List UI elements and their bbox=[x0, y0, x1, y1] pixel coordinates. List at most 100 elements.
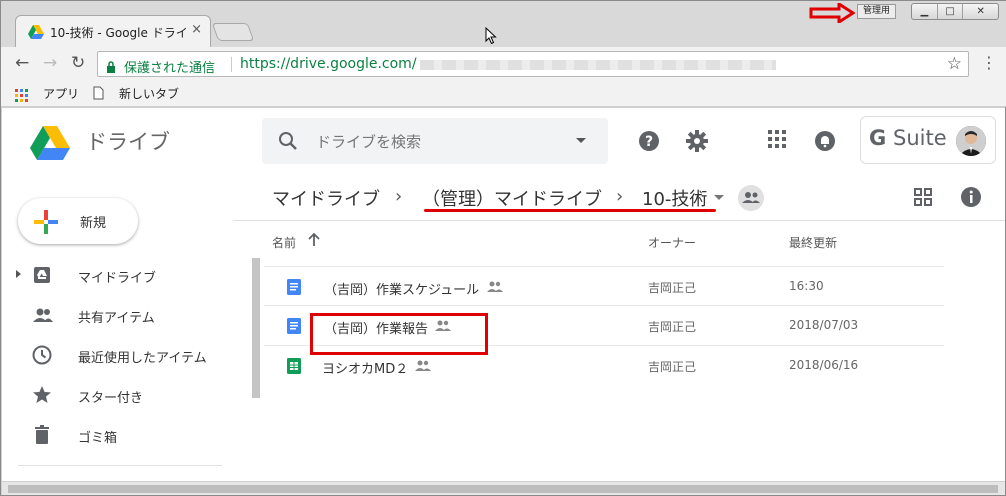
tab-drive[interactable]: 10-技術 - Google ドライブ × bbox=[15, 15, 211, 47]
google-doc-icon bbox=[287, 279, 301, 299]
tab-close-icon[interactable]: × bbox=[191, 22, 202, 37]
sidebar-scrollbar[interactable] bbox=[252, 258, 260, 398]
sidebar-item-shared[interactable]: 共有アイテム bbox=[2, 296, 232, 336]
sort-ascending-icon[interactable] bbox=[308, 232, 320, 251]
shared-people-icon bbox=[486, 279, 504, 298]
file-modified: 2018/07/03 bbox=[789, 318, 859, 332]
settings-gear-icon[interactable] bbox=[686, 130, 708, 156]
red-box-annotation bbox=[310, 313, 488, 355]
column-header-modified[interactable]: 最終更新 bbox=[789, 234, 837, 251]
minimize-button[interactable]: ▁ bbox=[912, 4, 938, 19]
info-icon[interactable] bbox=[960, 186, 982, 212]
breadcrumb-admin-drive[interactable]: （管理）マイドライブ bbox=[422, 185, 602, 211]
gsuite-account-badge[interactable]: G Suite bbox=[860, 116, 996, 164]
search-options-icon[interactable] bbox=[576, 138, 586, 143]
new-button[interactable]: 新規 bbox=[18, 198, 138, 244]
file-name: （吉岡）作業スケジュール bbox=[324, 283, 480, 298]
drive-search-box[interactable]: ドライブを検索 bbox=[262, 118, 608, 164]
sidebar-item-starred[interactable]: スター付き bbox=[2, 376, 232, 416]
tab-title: 10-技術 - Google ドライブ bbox=[50, 26, 188, 40]
title-bar: 10-技術 - Google ドライブ × 管理用 ▁ □ ✕ bbox=[1, 1, 1006, 47]
file-owner: 吉岡正己 bbox=[648, 320, 697, 334]
plus-icon bbox=[34, 210, 58, 238]
search-icon[interactable] bbox=[278, 131, 298, 155]
file-owner: 吉岡正己 bbox=[648, 281, 697, 295]
notifications-bell-icon[interactable] bbox=[814, 130, 836, 156]
help-icon[interactable]: ? bbox=[638, 130, 660, 156]
gsuite-g-logo: G bbox=[869, 126, 887, 150]
gsuite-label: Suite bbox=[893, 126, 947, 150]
sidebar-divider bbox=[18, 465, 222, 466]
sidebar-item-recent[interactable]: 最近使用したアイテム bbox=[2, 336, 232, 376]
bookmark-new-tab[interactable]: 新しいタブ bbox=[119, 85, 179, 102]
page-icon bbox=[93, 85, 104, 104]
profile-button[interactable]: 管理用 bbox=[857, 4, 897, 19]
my-drive-icon bbox=[32, 265, 52, 289]
mouse-cursor-icon bbox=[485, 26, 497, 49]
folder-menu-caret-icon[interactable] bbox=[714, 195, 724, 200]
new-tab-button[interactable] bbox=[211, 23, 255, 41]
sidebar-item-label: マイドライブ bbox=[78, 271, 157, 286]
trash-icon bbox=[32, 425, 52, 449]
svg-text:?: ? bbox=[645, 134, 653, 150]
google-apps-grid-icon[interactable] bbox=[768, 130, 786, 152]
sidebar-item-label: 最近使用したアイテム bbox=[78, 351, 207, 366]
lock-icon bbox=[106, 58, 116, 77]
drive-logo-icon[interactable] bbox=[30, 126, 70, 164]
apps-grid-icon[interactable] bbox=[15, 87, 28, 106]
url-redacted bbox=[420, 60, 776, 70]
google-sheet-icon bbox=[287, 358, 301, 378]
sidebar-item-my-drive[interactable]: マイドライブ bbox=[2, 256, 232, 296]
table-row[interactable]: （吉岡）作業スケジュール 吉岡正己 16:30 bbox=[264, 266, 944, 306]
drive-page: ドライブ ドライブを検索 ? G Suite マイドライブ › （管理）マイドラ… bbox=[2, 108, 1005, 481]
expand-arrow-icon[interactable] bbox=[16, 270, 21, 278]
browser-window: 10-技術 - Google ドライブ × 管理用 ▁ □ ✕ ← → ↻ 保護… bbox=[0, 0, 1006, 496]
sidebar-item-trash[interactable]: ゴミ箱 bbox=[2, 416, 232, 456]
scrollbar-thumb[interactable] bbox=[8, 485, 998, 493]
column-header-name[interactable]: 名前 bbox=[272, 234, 296, 251]
red-arrow-annotation-icon bbox=[809, 1, 856, 27]
forward-arrow-icon[interactable]: → bbox=[43, 53, 57, 73]
red-underline-annotation bbox=[424, 209, 716, 212]
grid-view-icon[interactable] bbox=[914, 188, 932, 210]
shared-folder-icon[interactable] bbox=[738, 185, 764, 211]
horizontal-scrollbar[interactable] bbox=[2, 481, 1005, 495]
star-icon bbox=[32, 385, 52, 409]
avatar[interactable] bbox=[956, 126, 986, 156]
shared-people-icon bbox=[414, 358, 432, 377]
drive-logo-text[interactable]: ドライブ bbox=[86, 126, 170, 156]
header-divider bbox=[233, 220, 1005, 221]
browser-menu-icon[interactable]: ⋮ bbox=[981, 53, 997, 72]
file-modified: 2018/06/16 bbox=[789, 358, 859, 372]
window-controls: ▁ □ ✕ bbox=[911, 3, 999, 20]
clock-icon bbox=[32, 345, 52, 369]
secure-connection-label: 保護された通信 bbox=[124, 61, 216, 76]
bookmark-star-icon[interactable]: ☆ bbox=[947, 54, 962, 74]
file-modified: 16:30 bbox=[789, 279, 824, 293]
file-name: ヨシオカMD２ bbox=[322, 362, 409, 377]
url-text: https://drive.google.com/ bbox=[240, 56, 417, 72]
browser-toolbar: ← → ↻ 保護された通信 https://drive.google.com/ … bbox=[1, 47, 1006, 79]
google-doc-icon bbox=[287, 318, 301, 338]
search-placeholder: ドライブを検索 bbox=[316, 133, 422, 151]
sidebar-item-label: スター付き bbox=[78, 391, 144, 406]
file-owner: 吉岡正己 bbox=[648, 360, 697, 374]
address-bar[interactable]: 保護された通信 https://drive.google.com/ ☆ bbox=[97, 51, 969, 77]
reload-icon[interactable]: ↻ bbox=[71, 53, 85, 73]
close-window-button[interactable]: ✕ bbox=[963, 4, 998, 19]
breadcrumb-current-folder[interactable]: 10-技術 bbox=[642, 185, 707, 211]
sidebar-item-label: ゴミ箱 bbox=[78, 431, 118, 446]
sidebar-item-label: 共有アイテム bbox=[78, 311, 155, 326]
bookmark-apps[interactable]: アプリ bbox=[43, 85, 79, 102]
column-header-owner: オーナー bbox=[648, 236, 697, 250]
drive-favicon-icon bbox=[28, 24, 44, 43]
breadcrumb-my-drive[interactable]: マイドライブ bbox=[272, 185, 380, 211]
new-button-label: 新規 bbox=[80, 216, 107, 231]
breadcrumb-separator-icon: › bbox=[616, 186, 624, 207]
maximize-button[interactable]: □ bbox=[938, 4, 964, 19]
back-arrow-icon[interactable]: ← bbox=[15, 53, 29, 73]
address-divider bbox=[231, 57, 232, 72]
breadcrumb-separator-icon: › bbox=[395, 186, 403, 207]
shared-people-icon bbox=[32, 305, 54, 329]
bookmarks-bar: アプリ 新しいタブ bbox=[1, 79, 1006, 107]
